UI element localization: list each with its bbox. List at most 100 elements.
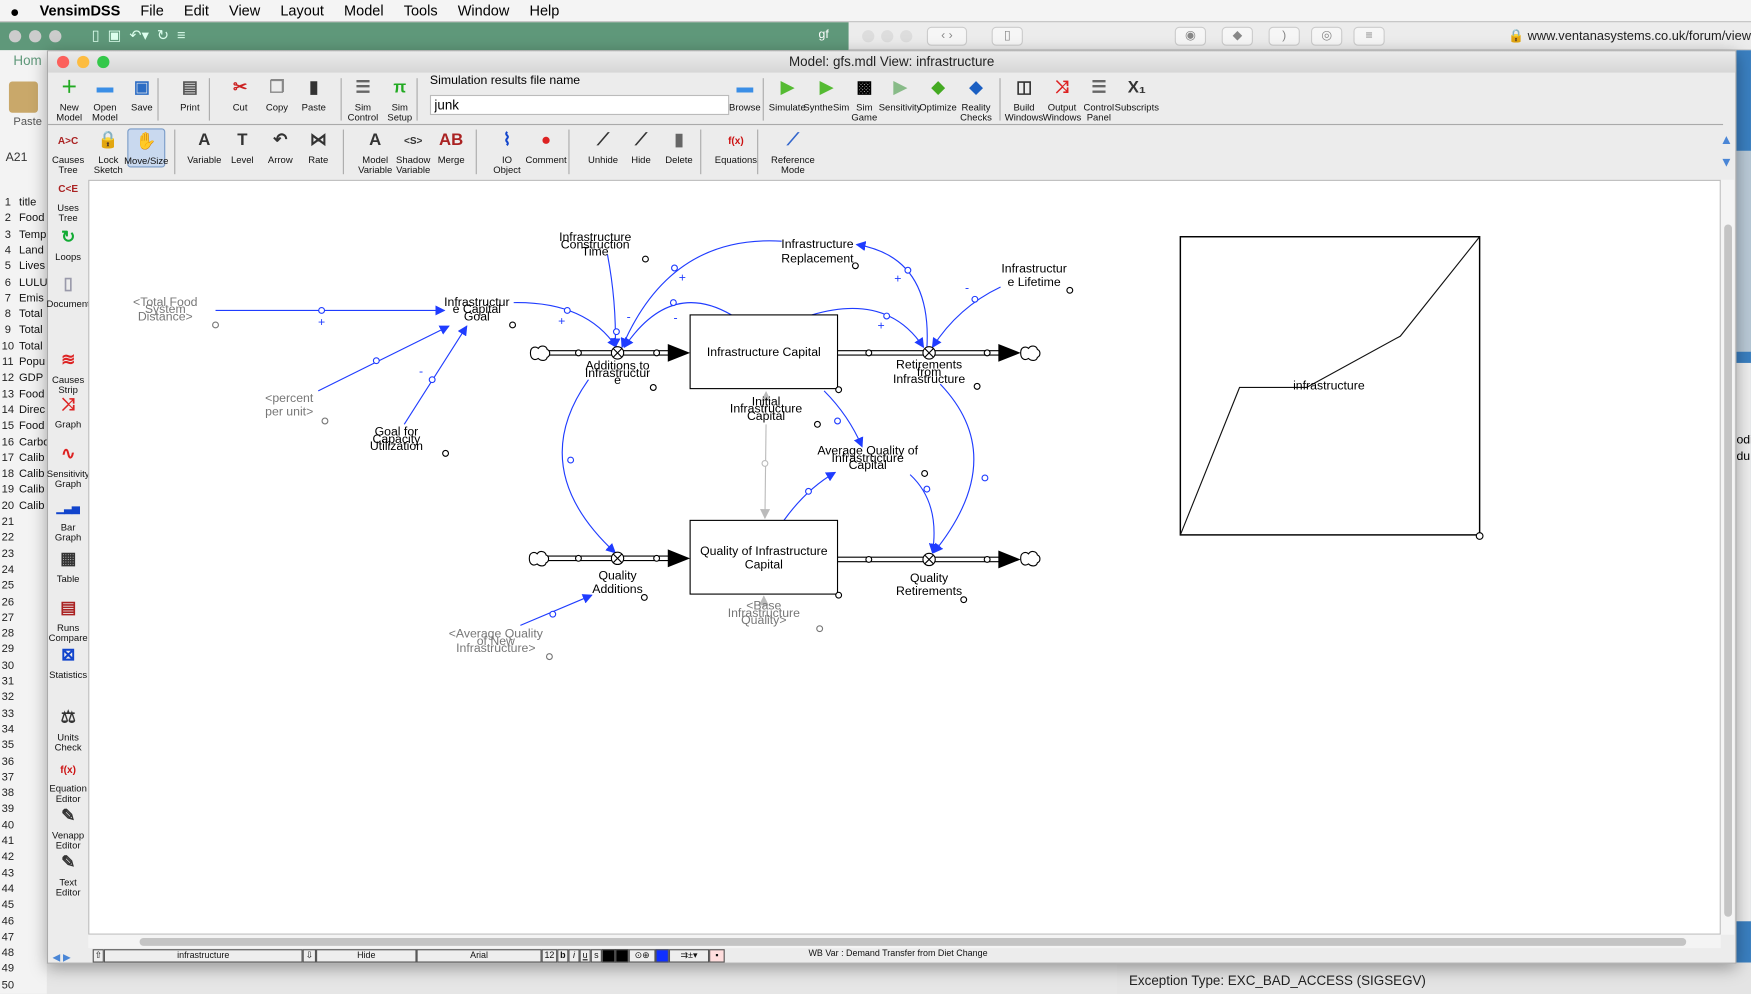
row-header[interactable]: 41 bbox=[0, 835, 16, 847]
row-header[interactable]: 13 bbox=[0, 388, 16, 400]
venapp-editor-button[interactable]: ✎ Venapp Editor bbox=[49, 804, 87, 851]
synthesim-button[interactable]: ▶ SyntheSim bbox=[803, 76, 849, 113]
cell[interactable]: Emis bbox=[19, 292, 47, 304]
control-panel-button[interactable]: ☰ Control Panel bbox=[1080, 76, 1118, 123]
excel-tab-home[interactable]: Hom bbox=[13, 52, 41, 68]
paste-button[interactable]: ▮ Paste bbox=[295, 76, 333, 113]
cell[interactable]: Lives bbox=[19, 260, 47, 272]
row-header[interactable]: 24 bbox=[0, 564, 16, 576]
bar-graph-button[interactable]: ▁▃▅ Bar Graph bbox=[49, 496, 87, 543]
comment-button[interactable]: ● Comment bbox=[525, 128, 566, 165]
row-header[interactable]: 34 bbox=[0, 723, 16, 735]
row-header[interactable]: 27 bbox=[0, 612, 16, 624]
row-header[interactable]: 8 bbox=[0, 308, 16, 320]
menu-file[interactable]: File bbox=[130, 2, 173, 19]
row-header[interactable]: 4 bbox=[0, 244, 16, 256]
text-color-button[interactable] bbox=[601, 949, 616, 963]
row-header[interactable]: 45 bbox=[0, 899, 16, 911]
row-header[interactable]: 6 bbox=[0, 276, 16, 288]
row-header[interactable]: 31 bbox=[0, 676, 16, 688]
cell[interactable]: Calib bbox=[19, 500, 47, 512]
subscripts-button[interactable]: X₁ Subscripts bbox=[1115, 76, 1159, 113]
row-header[interactable]: 29 bbox=[0, 644, 16, 656]
cell[interactable]: Calib bbox=[19, 484, 47, 496]
minimize-button[interactable] bbox=[77, 55, 90, 69]
io-object-button[interactable]: ⌇ IO Object bbox=[488, 128, 526, 175]
row-header[interactable]: 33 bbox=[0, 708, 16, 720]
row-header[interactable]: 49 bbox=[0, 963, 16, 975]
row-header[interactable]: 43 bbox=[0, 867, 16, 879]
optimize-button[interactable]: ◆ Optimize bbox=[919, 76, 957, 113]
row-header[interactable]: 39 bbox=[0, 803, 16, 815]
row-header[interactable]: 10 bbox=[0, 340, 16, 352]
cell[interactable]: LULU bbox=[19, 276, 47, 288]
sensitivity-button[interactable]: ▶ Sensitivity bbox=[879, 76, 922, 113]
row-header[interactable]: 3 bbox=[0, 228, 16, 240]
arrow-style-buttons[interactable]: ⇉±▾ bbox=[668, 949, 710, 963]
merge-button[interactable]: AB Merge bbox=[432, 128, 470, 165]
equation-editor-button[interactable]: f(x) Equation Editor bbox=[49, 757, 87, 804]
row-header[interactable]: 36 bbox=[0, 755, 16, 767]
sidebar-button[interactable]: ▯ bbox=[991, 26, 1023, 46]
horizontal-scrollbar[interactable] bbox=[88, 934, 1721, 949]
new-model-button[interactable]: ＋ New Model bbox=[50, 76, 88, 123]
shape-buttons[interactable]: ⊙⊕ bbox=[628, 949, 656, 963]
statistics-button[interactable]: ⊠ Statistics bbox=[49, 643, 87, 680]
sketch-canvas[interactable] bbox=[88, 179, 1721, 935]
cell[interactable]: Temp bbox=[19, 228, 47, 240]
row-header[interactable]: 23 bbox=[0, 548, 16, 560]
border-color-button[interactable] bbox=[615, 949, 629, 963]
row-header[interactable]: 9 bbox=[0, 324, 16, 336]
row-header[interactable]: 40 bbox=[0, 819, 16, 831]
row-header[interactable]: 30 bbox=[0, 660, 16, 672]
copy-button[interactable]: ❐ Copy bbox=[258, 76, 296, 113]
reader-icon[interactable]: ≡ bbox=[1353, 26, 1385, 46]
extension-icon[interactable]: ◉ bbox=[1174, 26, 1207, 46]
scroll-up-icon[interactable]: ▲ bbox=[1720, 132, 1733, 148]
underline-button[interactable]: u bbox=[579, 949, 591, 963]
italic-button[interactable]: i bbox=[568, 949, 580, 963]
strike-button[interactable]: s bbox=[590, 949, 602, 963]
cell[interactable]: Food bbox=[19, 420, 47, 432]
cell[interactable]: Direc bbox=[19, 404, 47, 416]
cell[interactable]: Land bbox=[19, 244, 47, 256]
row-header[interactable]: 26 bbox=[0, 596, 16, 608]
menu-layout[interactable]: Layout bbox=[270, 2, 334, 19]
menu-tools[interactable]: Tools bbox=[394, 2, 448, 19]
graph-button[interactable]: ⤨ Graph bbox=[49, 393, 87, 430]
sim-setup-button[interactable]: π Sim Setup bbox=[381, 76, 419, 123]
row-header[interactable]: 7 bbox=[0, 292, 16, 304]
rss-icon[interactable]: ) bbox=[1268, 26, 1300, 46]
simulate-button[interactable]: ▶ Simulate bbox=[768, 76, 806, 113]
output-windows-button[interactable]: ⤨ Output Windows bbox=[1043, 76, 1082, 123]
menu-window[interactable]: Window bbox=[448, 2, 520, 19]
fill-color-button[interactable]: ▪ bbox=[709, 949, 725, 963]
row-header[interactable]: 14 bbox=[0, 404, 16, 416]
row-header[interactable]: 44 bbox=[0, 883, 16, 895]
cell[interactable]: Popu bbox=[19, 356, 47, 368]
view-up-icon[interactable]: ⇧ bbox=[92, 949, 104, 963]
cell[interactable]: Food bbox=[19, 213, 47, 225]
reality-checks-button[interactable]: ◆ Reality Checks bbox=[957, 76, 995, 123]
menu-model[interactable]: Model bbox=[334, 2, 394, 19]
zoom-button[interactable] bbox=[97, 55, 110, 69]
cell[interactable]: title bbox=[19, 197, 47, 209]
bold-button[interactable]: b bbox=[557, 949, 569, 963]
variable-button[interactable]: A Variable bbox=[185, 128, 223, 165]
row-header[interactable]: 37 bbox=[0, 771, 16, 783]
paste-icon[interactable] bbox=[8, 81, 38, 113]
row-header[interactable]: 1 bbox=[0, 197, 16, 209]
zoom-button[interactable] bbox=[49, 30, 62, 43]
open-model-button[interactable]: ▬ Open Model bbox=[86, 76, 124, 123]
apple-icon[interactable]: ● bbox=[0, 2, 30, 20]
close-button[interactable] bbox=[56, 55, 70, 69]
row-header[interactable]: 47 bbox=[0, 931, 16, 943]
game-button[interactable]: ▩ Sim Game bbox=[845, 76, 883, 123]
row-header[interactable]: 42 bbox=[0, 851, 16, 863]
app-menu[interactable]: VensimDSS bbox=[30, 2, 131, 19]
cell[interactable]: Carbo bbox=[19, 436, 47, 448]
name-box[interactable]: A21 bbox=[6, 151, 28, 164]
hide-button[interactable]: ⟋ Hide bbox=[622, 128, 660, 165]
unhide-button[interactable]: ⟋ Unhide bbox=[584, 128, 622, 165]
cell[interactable]: Food bbox=[19, 388, 47, 400]
